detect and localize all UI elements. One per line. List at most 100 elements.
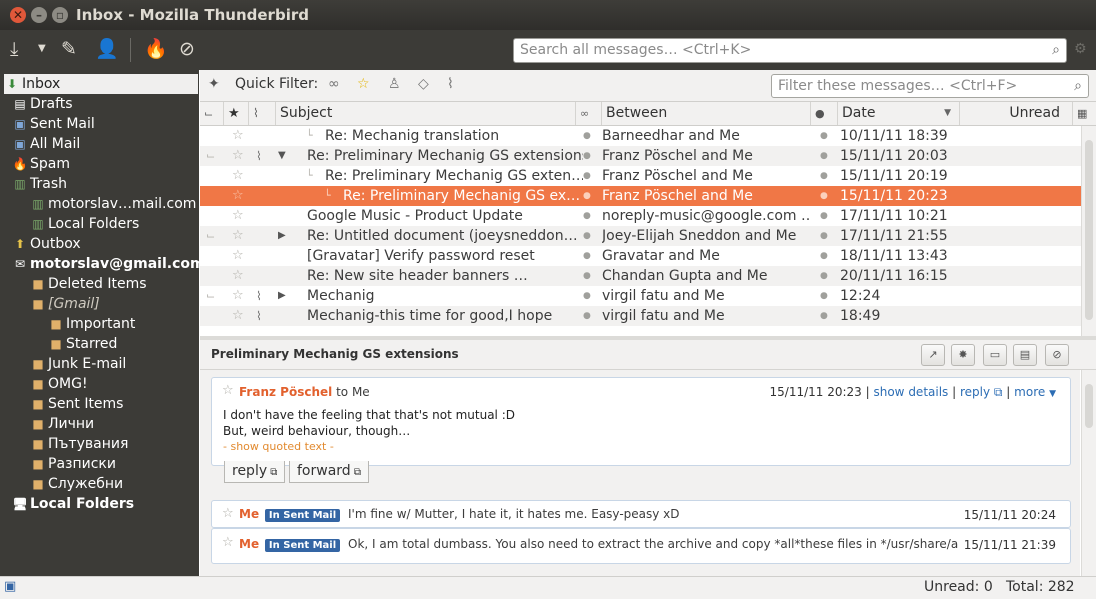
message-row[interactable]: ⌙ ☆ ⌇ ▶ Mechanig ● virgil fatu and Me ● … — [200, 286, 1081, 306]
conversation-message-expanded[interactable]: ☆ Franz Pöschel to Me 15/11/11 20:23 | s… — [211, 377, 1071, 483]
forward-button[interactable]: forward ⧉ — [289, 461, 370, 483]
junk-dot-icon[interactable]: ● — [820, 186, 828, 206]
message-row[interactable]: ☆ Google Music - Product Update ● norepl… — [200, 206, 1081, 226]
read-dot-icon[interactable]: ● — [583, 246, 591, 266]
star-icon[interactable]: ☆ — [232, 186, 244, 206]
star-column-icon[interactable]: ★ — [224, 102, 249, 125]
column-unread[interactable]: Unread — [960, 102, 1073, 125]
junk-dot-icon[interactable]: ● — [820, 146, 828, 166]
message-row[interactable]: ☆ Re: New site header banners … ● Chanda… — [200, 266, 1081, 286]
read-dot-icon[interactable]: ● — [583, 286, 591, 306]
folder-trash[interactable]: ▥ Trash — [12, 174, 206, 194]
starred-filter-icon[interactable]: ☆ — [357, 76, 370, 92]
read-dot-icon[interactable]: ● — [583, 226, 591, 246]
folder-sent-items[interactable]: ■ Sent Items — [30, 394, 198, 414]
junk-dot-icon[interactable]: ● — [820, 206, 828, 226]
attachment-column-icon[interactable]: ⌇ — [249, 102, 276, 125]
conversation-message-collapsed[interactable]: ☆ Me In Sent Mail I'm fine w/ Mutter, I … — [211, 500, 1071, 528]
read-dot-icon[interactable]: ● — [583, 166, 591, 186]
star-icon[interactable]: ☆ — [232, 146, 244, 166]
folder-sluzhebni[interactable]: ■ Служебни — [30, 474, 198, 494]
junk-column-icon[interactable]: ● — [811, 102, 838, 125]
reply-button[interactable]: reply ⧉ — [224, 461, 286, 483]
close-window-button[interactable]: ✕ — [10, 7, 26, 23]
message-row[interactable]: ☆ ⌇ Mechanig-this time for good,I hope ●… — [200, 306, 1081, 326]
contact-filter-icon[interactable]: ♙ — [388, 76, 401, 92]
message-row[interactable]: ☆ └ Re: Preliminary Mechanig GS exten… ●… — [200, 166, 1081, 186]
junk-icon[interactable]: 🔥 — [144, 38, 168, 60]
star-icon[interactable]: ☆ — [232, 206, 244, 226]
global-search-input[interactable]: Search all messages… <Ctrl+K> ⌕ — [513, 38, 1067, 63]
folder-trash-local[interactable]: ▥ Local Folders — [30, 214, 198, 234]
junk-dot-icon[interactable]: ● — [820, 166, 828, 186]
junk-dot-icon[interactable]: ● — [820, 286, 828, 306]
message-row[interactable]: ☆ └ Re: Mechanig translation ● Barneedha… — [200, 126, 1081, 146]
read-dot-icon[interactable]: ● — [583, 186, 591, 206]
folder-outbox[interactable]: ⬆ Outbox — [12, 234, 206, 254]
sender-name[interactable]: Franz Pöschel — [239, 385, 332, 399]
message-list-scrollbar[interactable] — [1081, 126, 1096, 336]
folder-spam[interactable]: 🔥 Spam — [12, 154, 206, 174]
folder-omg[interactable]: ■ OMG! — [30, 374, 198, 394]
folder-razpiski[interactable]: ■ Разписки — [30, 454, 198, 474]
read-dot-icon[interactable]: ● — [583, 146, 591, 166]
minimize-window-button[interactable]: – — [31, 7, 47, 23]
conversation-scrollbar[interactable] — [1081, 370, 1096, 576]
conversation-message-collapsed[interactable]: ☆ Me In Sent Mail Ok, I am total dumbass… — [211, 528, 1071, 564]
star-icon[interactable]: ☆ — [222, 506, 234, 521]
folder-starred[interactable]: ■ Starred — [48, 334, 198, 354]
show-details-link[interactable]: show details — [873, 385, 948, 399]
maximize-window-button[interactable]: ▫ — [52, 7, 68, 23]
open-in-tab-button[interactable]: ↗ — [921, 344, 945, 366]
thread-column-icon[interactable]: ⌙ — [200, 102, 224, 125]
dropdown-arrow-icon[interactable]: ▼ — [38, 38, 46, 60]
search-icon[interactable]: ⌕ — [1074, 75, 1082, 97]
read-dot-icon[interactable]: ● — [583, 266, 591, 286]
folder-all-mail[interactable]: ▣ All Mail — [12, 134, 206, 154]
attachment-filter-icon[interactable]: ⌇ — [447, 76, 454, 92]
star-icon[interactable]: ☆ — [222, 535, 234, 550]
folder-inbox[interactable]: ⬇ Inbox — [4, 74, 198, 94]
get-messages-icon[interactable]: ⤓ — [10, 38, 18, 60]
collapse-thread-icon[interactable]: ▼ — [278, 146, 286, 166]
junk-dot-icon[interactable]: ● — [820, 246, 828, 266]
folder-junk-email[interactable]: ■ Junk E-mail — [30, 354, 198, 374]
folder-important[interactable]: ■ Important — [48, 314, 198, 334]
read-dot-icon[interactable]: ● — [583, 306, 591, 326]
account-local-folders[interactable]: 🖥 Local Folders — [12, 494, 206, 514]
scrollbar-thumb[interactable] — [1085, 140, 1093, 320]
print-button[interactable]: ▤ — [1013, 344, 1037, 366]
tag-filter-icon[interactable]: ◇ — [418, 76, 429, 92]
junk-dot-icon[interactable]: ● — [820, 306, 828, 326]
expand-thread-icon[interactable]: ▶ — [278, 226, 286, 246]
gear-icon[interactable]: ⚙ — [1074, 38, 1087, 60]
archive-button[interactable]: ▭ — [983, 344, 1007, 366]
address-book-icon[interactable]: 👤 — [95, 38, 119, 60]
sender-name[interactable]: Me — [239, 507, 259, 521]
star-icon[interactable]: ☆ — [232, 126, 244, 146]
star-icon[interactable]: ☆ — [232, 306, 244, 326]
message-row[interactable]: ⌙ ☆ ⌇ ▼ Re: Preliminary Mechanig GS exte… — [200, 146, 1081, 166]
pin-icon[interactable]: ✦ — [208, 76, 220, 92]
column-between[interactable]: Between — [602, 102, 811, 125]
scrollbar-thumb[interactable] — [1085, 384, 1093, 428]
folder-deleted-items[interactable]: ■ Deleted Items — [30, 274, 198, 294]
search-icon[interactable]: ⌕ — [1052, 39, 1060, 62]
more-menu[interactable]: more ▼ — [1014, 385, 1056, 399]
delete-icon[interactable]: ⊘ — [179, 38, 195, 60]
junk-dot-icon[interactable]: ● — [820, 126, 828, 146]
write-icon[interactable]: ✎ — [61, 38, 77, 60]
column-subject[interactable]: Subject — [276, 102, 576, 125]
message-row[interactable]: ☆ [Gravatar] Verify password reset ● Gra… — [200, 246, 1081, 266]
delete-button[interactable]: ⊘ — [1045, 344, 1069, 366]
show-quoted-text-link[interactable]: - show quoted text - — [223, 440, 334, 453]
message-row-selected[interactable]: ☆ └ Re: Preliminary Mechanig GS ex… ● Fr… — [200, 186, 1081, 206]
message-row[interactable]: ⌙ ☆ ▶ Re: Untitled document (joeysneddon… — [200, 226, 1081, 246]
folder-trash-account[interactable]: ▥ motorslav…mail.com — [30, 194, 198, 214]
junk-dot-icon[interactable]: ● — [820, 226, 828, 246]
unread-filter-icon[interactable]: ∞ — [328, 76, 340, 92]
star-icon[interactable]: ☆ — [222, 383, 234, 398]
read-status-column-icon[interactable]: ∞ — [576, 102, 602, 125]
read-dot-icon[interactable]: ● — [583, 126, 591, 146]
reply-link[interactable]: reply ⧉ — [960, 385, 1003, 399]
